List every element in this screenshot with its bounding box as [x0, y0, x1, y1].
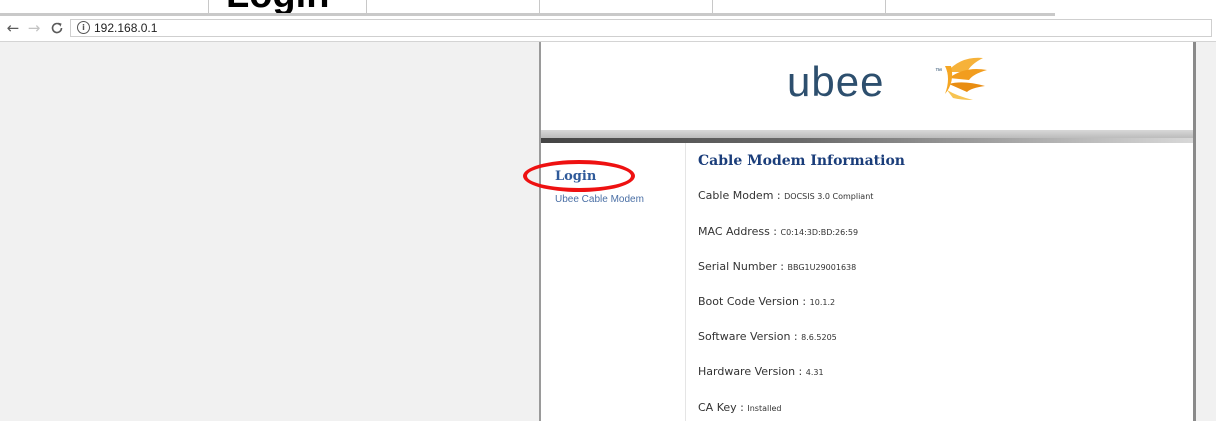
logo-trademark: ™ — [935, 68, 942, 75]
reload-icon-graphic — [51, 22, 63, 34]
browser-tab-strip: Login — [0, 0, 1216, 17]
tab-separator — [208, 0, 209, 13]
page-title: Cable Modem Information — [698, 153, 905, 169]
info-label: MAC Address — [698, 225, 770, 238]
info-row-software-version: Software Version : 8.6.5205 — [698, 330, 837, 343]
info-label: Software Version — [698, 330, 791, 343]
reload-icon[interactable] — [47, 18, 67, 38]
tab-separator — [885, 0, 886, 13]
tab-separator — [712, 0, 713, 13]
info-value: DOCSIS 3.0 Compliant — [784, 192, 874, 201]
back-arrow-icon[interactable]: ← — [3, 18, 23, 38]
column-divider — [685, 143, 686, 421]
browser-toolbar: ← → i 192.168.0.1 — [0, 17, 1216, 42]
info-row-ca-key: CA Key : Installed — [698, 401, 782, 414]
left-menu: Login Ubee Cable Modem — [523, 143, 679, 421]
url-text[interactable]: 192.168.0.1 — [94, 20, 157, 36]
info-value: C0:14:3D:BD:26:59 — [780, 228, 859, 237]
info-value: Installed — [747, 404, 782, 413]
router-admin-frame: ubee ™ Login Ubee Cable Modem Cable Mode… — [523, 42, 1196, 421]
info-row-boot-code-version: Boot Code Version : 10.1.2 — [698, 295, 836, 308]
tab-strip-border — [0, 13, 1055, 16]
page-viewport: ubee ™ Login Ubee Cable Modem Cable Mode… — [0, 42, 1216, 421]
ubee-cable-modem-link[interactable]: Ubee Cable Modem — [555, 194, 644, 205]
header-logo-area: ubee ™ — [541, 42, 1193, 130]
cable-modem-info-panel: Cable Modem Information Cable Modem : DO… — [698, 143, 1178, 421]
info-label: Hardware Version — [698, 365, 796, 378]
info-label: CA Key — [698, 401, 737, 414]
info-value: BBG1U29001638 — [787, 263, 857, 272]
logo-fish-icon — [945, 57, 987, 100]
info-label: Cable Modem — [698, 189, 774, 202]
forward-arrow-icon[interactable]: → — [24, 18, 44, 38]
logo-wordmark: ubee — [787, 58, 885, 105]
annotation-circle — [523, 160, 635, 192]
info-row-cable-modem: Cable Modem : DOCSIS 3.0 Compliant — [698, 189, 874, 202]
info-row-serial-number: Serial Number : BBG1U29001638 — [698, 260, 857, 273]
info-value: 4.31 — [805, 368, 824, 377]
tab-separator — [539, 0, 540, 13]
address-bar[interactable]: i 192.168.0.1 — [70, 19, 1212, 37]
info-label: Boot Code Version — [698, 295, 799, 308]
tab-separator — [366, 0, 367, 13]
info-value: 10.1.2 — [809, 298, 836, 307]
info-icon[interactable]: i — [77, 21, 90, 34]
info-row-mac-address: MAC Address : C0:14:3D:BD:26:59 — [698, 225, 859, 238]
info-value: 8.6.5205 — [801, 333, 837, 342]
info-row-hardware-version: Hardware Version : 4.31 — [698, 365, 824, 378]
info-label: Serial Number — [698, 260, 777, 273]
